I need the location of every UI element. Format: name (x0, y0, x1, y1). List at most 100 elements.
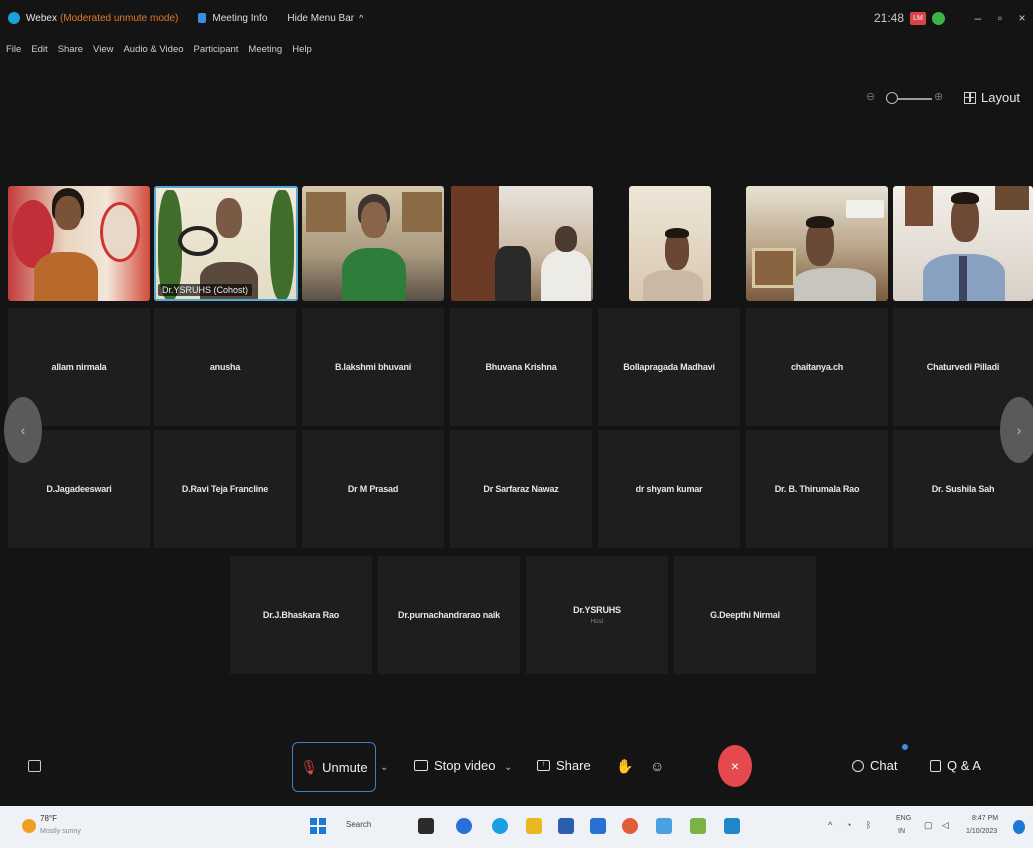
participant-name: Dr M Prasad (347, 484, 399, 494)
menu-participant[interactable]: Participant (194, 44, 239, 55)
edge-browser-icon[interactable] (492, 818, 508, 834)
participant-name: chaitanya.ch (790, 362, 844, 372)
participant-name: dr shyam kumar (635, 484, 703, 494)
qa-label: Q & A (947, 758, 981, 773)
video-tile[interactable] (629, 186, 711, 301)
tray-wifi-icon[interactable]: ◔ (846, 820, 851, 830)
video-options-dropdown[interactable]: ⌄ (504, 762, 512, 773)
hide-menu-bar-button[interactable]: Hide Menu Bar (287, 13, 354, 24)
chat-bubble-icon (852, 759, 864, 772)
menu-view[interactable]: View (93, 44, 113, 55)
menu-audio-video[interactable]: Audio & Video (123, 44, 183, 55)
chrome-browser-icon[interactable] (622, 818, 638, 834)
excel-app-icon[interactable] (690, 818, 706, 834)
restore-button[interactable]: ▫ (989, 11, 1011, 25)
qa-button[interactable]: Q & A (930, 758, 981, 773)
next-page-button[interactable]: › (1000, 397, 1033, 463)
video-tile[interactable] (451, 186, 593, 301)
menu-meeting[interactable]: Meeting (248, 44, 282, 55)
webex-app-icon[interactable] (724, 818, 740, 834)
closed-captions-icon[interactable] (28, 760, 41, 772)
participant-tile[interactable]: Dr Sarfaraz Nawaz (450, 430, 592, 548)
teams-app-icon[interactable] (456, 818, 472, 834)
participant-name: Dr.J.Bhaskara Rao (262, 610, 340, 620)
folder-app-icon[interactable] (526, 818, 542, 834)
participant-name: anusha (209, 362, 241, 372)
raise-hand-icon[interactable]: ✋ (616, 758, 633, 775)
chevron-right-icon: › (1016, 422, 1022, 438)
chevron-up-icon[interactable]: ^ (359, 13, 363, 23)
meeting-info-button[interactable]: Meeting Info (198, 13, 267, 24)
menu-help[interactable]: Help (292, 44, 312, 55)
taskbar-time[interactable]: 8:47 PM (972, 815, 998, 822)
participant-tile[interactable]: Dr. B. Thirumala Rao (746, 430, 888, 548)
video-name-tag: Dr.YSRUHS (Cohost) (158, 284, 253, 296)
zoom-handle[interactable] (886, 92, 898, 104)
weather-description: Mostly sunny (40, 828, 81, 835)
taskbar-search[interactable]: Search (346, 820, 371, 829)
participant-tile[interactable]: dr shyam kumar (598, 430, 740, 548)
participant-tile[interactable]: anusha (154, 308, 296, 426)
menu-edit[interactable]: Edit (31, 44, 47, 55)
meeting-info-label: Meeting Info (212, 12, 268, 24)
participant-tile[interactable]: Bhuvana Krishna (450, 308, 592, 426)
reactions-icon[interactable]: ☺ (650, 758, 664, 774)
tray-chevron-up-icon[interactable]: ^ (828, 820, 832, 830)
window-controls: 21:48 LM – ▫ × (874, 0, 1033, 36)
participant-tile[interactable]: Dr M Prasad (302, 430, 444, 548)
participant-tile[interactable]: chaitanya.ch (746, 308, 888, 426)
menu-share[interactable]: Share (58, 44, 83, 55)
participant-name: Dr.purnachandrarao naik (398, 610, 500, 620)
participant-name: D.Jagadeeswari (46, 484, 112, 494)
video-tile[interactable] (746, 186, 888, 301)
video-tile[interactable] (302, 186, 444, 301)
webex-logo-icon (8, 12, 20, 24)
store-app-icon[interactable] (558, 818, 574, 834)
menu-file[interactable]: File (6, 44, 21, 55)
muted-microphone-icon: 🎙 (300, 758, 319, 775)
layout-button[interactable]: Layout (964, 90, 1020, 105)
windows-start-icon[interactable] (310, 818, 326, 834)
video-tile[interactable] (893, 186, 1033, 301)
stop-video-button[interactable]: Stop video (414, 758, 495, 773)
tray-bluetooth-icon[interactable]: ᛒ (866, 820, 871, 830)
taskbar-date[interactable]: 1/10/2023 (966, 828, 997, 835)
meeting-mode: (Moderated unmute mode) (59, 12, 179, 24)
participant-tile[interactable]: D.Ravi Teja Francline (154, 430, 296, 548)
tray-display-icon[interactable]: ▢ (924, 820, 933, 831)
layout-label: Layout (981, 90, 1021, 105)
chat-label: Chat (870, 758, 898, 773)
audio-options-dropdown[interactable]: ⌄ (380, 762, 388, 773)
info-icon (198, 13, 207, 23)
participant-tile[interactable]: Dr.YSRUHS Host (526, 556, 668, 674)
unmute-button[interactable]: 🎙 Unmute (292, 742, 376, 792)
participant-tile[interactable]: Dr.purnachandrarao naik (378, 556, 520, 674)
minimize-button[interactable]: – (967, 11, 989, 25)
notification-icon[interactable] (1013, 820, 1025, 834)
share-screen-icon: ↑ (537, 760, 550, 771)
tray-speaker-icon[interactable]: ◁ (942, 820, 949, 831)
file-explorer-app-icon[interactable] (418, 818, 434, 834)
previous-page-button[interactable]: ‹ (4, 397, 42, 463)
close-button[interactable]: × (1011, 11, 1033, 25)
participant-tile[interactable]: Dr.J.Bhaskara Rao (230, 556, 372, 674)
participant-tile[interactable]: G.Deepthi Nirmal (674, 556, 816, 674)
zoom-out-icon[interactable]: ⊖ (866, 90, 875, 103)
mail-app-icon[interactable] (590, 818, 606, 834)
webex-meeting-window: Webex (Moderated unmute mode) Meeting In… (0, 0, 1033, 806)
chat-button[interactable]: Chat (852, 758, 897, 773)
language-indicator[interactable]: ENG (896, 815, 911, 822)
participant-tile[interactable]: B.lakshmi bhuvani (302, 308, 444, 426)
photos-app-icon[interactable] (656, 818, 672, 834)
leave-meeting-button[interactable]: × (718, 745, 752, 787)
share-label: Share (556, 758, 591, 773)
unmute-label: Unmute (322, 759, 368, 775)
weather-sun-icon[interactable] (22, 819, 36, 833)
video-tile-active[interactable]: Dr.YSRUHS (Cohost) (154, 186, 298, 301)
zoom-slider[interactable]: ⊖ ⊕ (862, 90, 947, 106)
participant-name: Dr. Sushila Sah (931, 484, 995, 494)
video-tile[interactable] (8, 186, 150, 301)
participant-tile[interactable]: Bollapragada Madhavi (598, 308, 740, 426)
zoom-in-icon[interactable]: ⊕ (934, 90, 943, 103)
share-button[interactable]: ↑ Share (537, 758, 591, 773)
